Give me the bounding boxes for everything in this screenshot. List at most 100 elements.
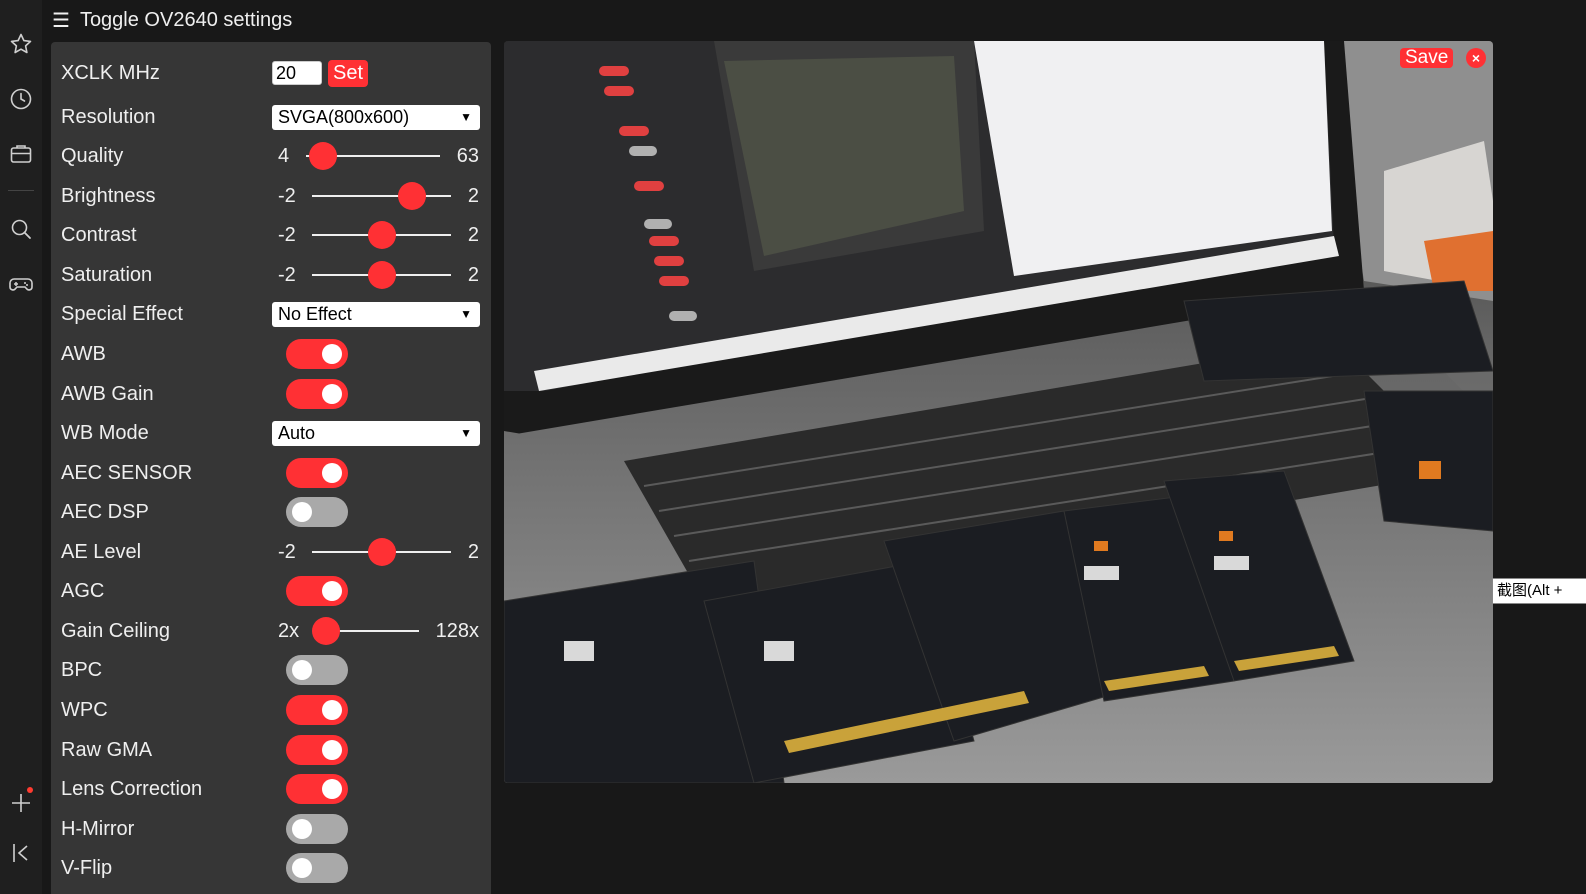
- awb-gain-label: AWB Gain: [61, 382, 154, 405]
- awb-row: AWB: [61, 336, 485, 372]
- save-button[interactable]: Save: [1400, 48, 1454, 68]
- settings-toggle-label: Toggle OV2640 settings: [79, 8, 293, 31]
- lens-correction-switch-knob: [322, 779, 342, 799]
- h-mirror-row: H-Mirror: [61, 811, 485, 847]
- quality-thumb[interactable]: [309, 142, 338, 170]
- agc-label: AGC: [61, 579, 105, 602]
- resolution-value: SVGA(800x600): [278, 106, 410, 127]
- awb-switch[interactable]: [286, 339, 348, 369]
- browser-sidebar: [0, 0, 42, 894]
- v-flip-label: V-Flip: [61, 856, 113, 879]
- resolution-label: Resolution: [61, 105, 156, 128]
- awb-gain-switch-knob: [322, 384, 342, 404]
- aec-dsp-row: AEC DSP: [61, 494, 485, 530]
- contrast-min: -2: [278, 224, 296, 246]
- lens-correction-row: Lens Correction: [61, 771, 485, 807]
- set-button[interactable]: Set: [328, 59, 369, 87]
- search-icon[interactable]: [0, 211, 42, 247]
- sidebar-divider: [8, 190, 34, 191]
- wallet-icon[interactable]: [0, 136, 42, 172]
- ae-level-thumb[interactable]: [367, 538, 396, 566]
- ae-level-slider[interactable]: -2 2: [272, 534, 485, 570]
- brightness-track: [312, 195, 451, 197]
- aec-sensor-switch[interactable]: [286, 458, 348, 488]
- ae-level-min: -2: [278, 541, 296, 563]
- wb-mode-value: Auto: [278, 422, 316, 443]
- xclk-input[interactable]: 20: [272, 61, 322, 85]
- star-icon[interactable]: [0, 26, 42, 62]
- resolution-select[interactable]: SVGA(800x600) ▼: [272, 104, 480, 130]
- lens-correction-label: Lens Correction: [61, 777, 203, 800]
- contrast-slider[interactable]: -2 2: [272, 217, 485, 253]
- resolution-row: Resolution SVGA(800x600) ▼: [61, 99, 485, 135]
- wpc-label: WPC: [61, 698, 108, 721]
- saturation-min: -2: [278, 264, 296, 286]
- brightness-thumb[interactable]: [398, 182, 427, 210]
- xclk-label: XCLK MHz: [61, 61, 160, 84]
- awb-switch-knob: [322, 344, 342, 364]
- h-mirror-switch-knob: [292, 819, 312, 839]
- special-effect-value: No Effect: [278, 303, 352, 324]
- menu-icon: ☰: [52, 9, 70, 32]
- screenshot-tooltip: 截图(Alt +: [1492, 578, 1586, 604]
- awb-gain-switch[interactable]: [286, 379, 348, 409]
- gain-ceiling-row: Gain Ceiling 2x 128x: [61, 613, 485, 649]
- contrast-thumb[interactable]: [367, 221, 396, 249]
- contrast-label: Contrast: [61, 223, 137, 246]
- gain-ceiling-label: Gain Ceiling: [61, 619, 170, 642]
- brightness-slider[interactable]: -2 2: [272, 178, 485, 214]
- v-flip-switch-knob: [292, 858, 312, 878]
- quality-label: Quality: [61, 144, 124, 167]
- lens-correction-switch[interactable]: [286, 774, 348, 804]
- brightness-min: -2: [278, 185, 296, 207]
- wpc-switch[interactable]: [286, 695, 348, 725]
- ae-level-max: 2: [467, 541, 479, 563]
- saturation-row: Saturation -2 2: [61, 257, 485, 293]
- aec-dsp-switch[interactable]: [286, 497, 348, 527]
- agc-row: AGC: [61, 573, 485, 609]
- raw-gma-switch-knob: [322, 740, 342, 760]
- agc-switch[interactable]: [286, 576, 348, 606]
- v-flip-switch[interactable]: [286, 853, 348, 883]
- brightness-row: Brightness -2 2: [61, 178, 485, 214]
- h-mirror-switch[interactable]: [286, 814, 348, 844]
- dropdown-arrow-icon: ▼: [460, 425, 472, 440]
- agc-switch-knob: [322, 581, 342, 601]
- camera-stream-image: [504, 41, 1493, 783]
- xclk-row: XCLK MHz 20 Set: [61, 55, 485, 91]
- gain-ceiling-thumb[interactable]: [312, 617, 340, 645]
- raw-gma-row: Raw GMA: [61, 732, 485, 768]
- wpc-row: WPC: [61, 692, 485, 728]
- brightness-label: Brightness: [61, 184, 156, 207]
- settings-toggle[interactable]: ☰ Toggle OV2640 settings: [52, 6, 292, 34]
- saturation-thumb[interactable]: [367, 261, 396, 289]
- gain-ceiling-slider[interactable]: 2x 128x: [272, 613, 485, 649]
- saturation-label: Saturation: [61, 263, 153, 286]
- awb-label: AWB: [61, 342, 106, 365]
- ae-level-label: AE Level: [61, 540, 142, 563]
- special-effect-label: Special Effect: [61, 302, 183, 325]
- wb-mode-label: WB Mode: [61, 421, 149, 444]
- quality-row: Quality 4 63: [61, 138, 485, 174]
- special-effect-select[interactable]: No Effect ▼: [272, 301, 480, 327]
- close-stream-button[interactable]: ×: [1466, 48, 1486, 68]
- notification-dot: [27, 787, 33, 793]
- bpc-switch[interactable]: [286, 655, 348, 685]
- special-effect-row: Special Effect No Effect ▼: [61, 296, 485, 332]
- history-icon[interactable]: [0, 81, 42, 117]
- v-flip-row: V-Flip: [61, 850, 485, 886]
- add-icon[interactable]: [0, 785, 42, 821]
- wb-mode-select[interactable]: Auto ▼: [272, 420, 480, 446]
- aec-sensor-label: AEC SENSOR: [61, 461, 193, 484]
- contrast-max: 2: [467, 224, 479, 246]
- quality-max: 63: [456, 145, 479, 167]
- dropdown-arrow-icon: ▼: [460, 306, 472, 321]
- collapse-icon[interactable]: [0, 835, 42, 871]
- saturation-slider[interactable]: -2 2: [272, 257, 485, 293]
- aec-sensor-switch-knob: [322, 463, 342, 483]
- gain-ceiling-max: 128x: [435, 620, 479, 642]
- quality-slider[interactable]: 4 63: [272, 138, 485, 174]
- raw-gma-switch[interactable]: [286, 735, 348, 765]
- dropdown-arrow-icon: ▼: [460, 109, 472, 124]
- gamepad-icon[interactable]: [0, 266, 42, 302]
